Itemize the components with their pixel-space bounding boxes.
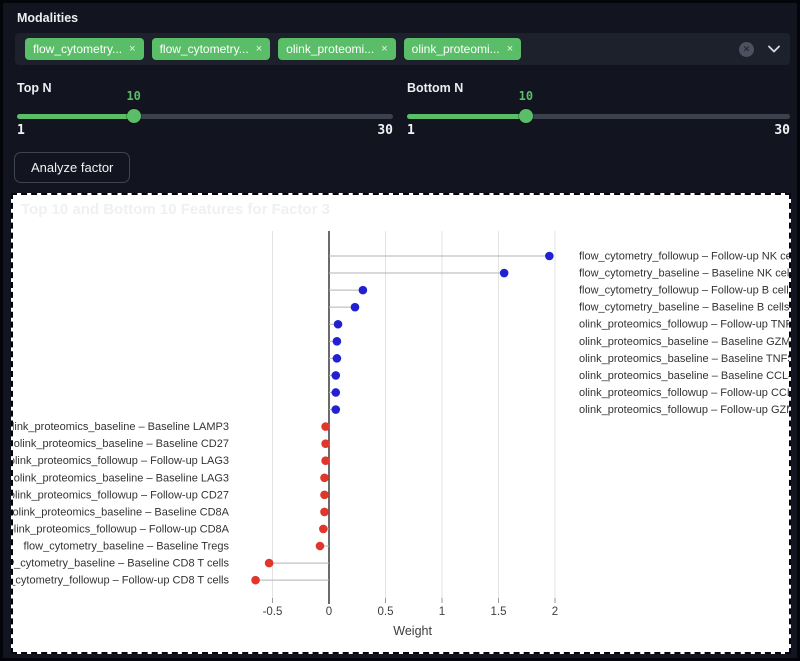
point-label: olink_proteomics_followup – Follow-up CD… bbox=[13, 523, 230, 535]
chart-title: Top 10 and Bottom 10 Features for Factor… bbox=[21, 201, 330, 218]
modality-tag[interactable]: olink_proteomi... × bbox=[404, 38, 521, 60]
slider-fill bbox=[17, 114, 134, 119]
point-label: flow_cytometry_baseline – Baseline Tregs bbox=[24, 541, 230, 553]
point-label: olink_proteomics_baseline – Baseline CD8… bbox=[13, 506, 230, 518]
x-tick-label: -0.5 bbox=[263, 606, 283, 618]
slider-handle[interactable] bbox=[519, 109, 533, 123]
point-dot bbox=[319, 525, 328, 534]
x-tick-label: 0.5 bbox=[378, 606, 394, 618]
point-dot bbox=[320, 491, 329, 500]
point-dot bbox=[545, 252, 554, 261]
point-dot bbox=[321, 422, 330, 431]
modality-tag[interactable]: flow_cytometry... × bbox=[25, 38, 144, 60]
modalities-label: Modalities bbox=[17, 11, 78, 25]
modality-tag-list: flow_cytometry...×flow_cytometry...×olin… bbox=[25, 38, 731, 60]
modality-tag-label: olink_proteomi... bbox=[286, 43, 374, 55]
point-label: olink_proteomics_followup – Follow-up GZ… bbox=[579, 404, 789, 416]
x-tick-label: 2 bbox=[552, 606, 558, 618]
slider-value: 10 bbox=[519, 89, 533, 103]
x-tick-label: 1 bbox=[439, 606, 445, 618]
x-axis-title: Weight bbox=[393, 624, 432, 638]
point-label: olink_proteomics_followup – Follow-up LA… bbox=[13, 455, 229, 467]
point-dot bbox=[333, 337, 342, 346]
point-dot bbox=[351, 303, 360, 312]
point-label: olink_proteomics_baseline – Baseline TNF… bbox=[579, 353, 789, 365]
slider-handle[interactable] bbox=[127, 109, 141, 123]
point-label: olink_proteomics_followup – Follow-up CC… bbox=[579, 387, 789, 399]
modality-tag-label: flow_cytometry... bbox=[160, 43, 249, 55]
point-dot bbox=[321, 456, 330, 465]
point-label: olink_proteomics_followup – Follow-up TN… bbox=[579, 319, 789, 331]
point-dot bbox=[333, 354, 342, 363]
bottom-n-slider[interactable]: 10 1 30 bbox=[407, 111, 790, 121]
point-dot bbox=[500, 269, 509, 278]
point-label: flow_cytometry_baseline – Baseline B cel… bbox=[579, 302, 789, 314]
point-dot bbox=[321, 439, 330, 448]
chevron-down-icon[interactable] bbox=[768, 45, 780, 53]
chart-card: Top 10 and Bottom 10 Features for Factor… bbox=[11, 193, 791, 654]
app-root: { "colors": { "accent_green": "#5abe68",… bbox=[0, 0, 800, 661]
slider-min-label: 1 bbox=[17, 123, 25, 138]
top-n-slider[interactable]: 10 1 30 bbox=[17, 111, 393, 121]
slider-max-label: 30 bbox=[377, 123, 393, 138]
modality-tag[interactable]: olink_proteomi... × bbox=[278, 38, 395, 60]
clear-all-icon[interactable]: ✕ bbox=[739, 42, 754, 57]
modalities-multiselect[interactable]: flow_cytometry...×flow_cytometry...×olin… bbox=[15, 33, 790, 65]
point-label: olink_proteomics_baseline – Baseline CCL… bbox=[579, 370, 789, 382]
point-label: flow_cytometry_baseline – Baseline CD8 T… bbox=[13, 558, 229, 570]
x-tick-label: 0 bbox=[326, 606, 332, 618]
point-label: olink_proteomics_baseline – Baseline CD2… bbox=[14, 438, 229, 450]
point-dot bbox=[331, 405, 340, 414]
tag-remove-icon[interactable]: × bbox=[256, 44, 262, 55]
analyze-factor-button[interactable]: Analyze factor bbox=[14, 152, 130, 183]
point-dot bbox=[320, 473, 329, 482]
point-dot bbox=[331, 388, 340, 397]
point-label: flow_cytometry_followup – Follow-up NK c… bbox=[579, 251, 789, 263]
tag-remove-icon[interactable]: × bbox=[129, 44, 135, 55]
point-label: olink_proteomics_baseline – Baseline LAG… bbox=[14, 472, 229, 484]
top-n-label: Top N bbox=[17, 81, 51, 95]
modality-tag[interactable]: flow_cytometry... × bbox=[152, 38, 271, 60]
tag-remove-icon[interactable]: × bbox=[507, 44, 513, 55]
modality-tag-label: flow_cytometry... bbox=[33, 43, 122, 55]
x-tick-label: 1.5 bbox=[491, 606, 507, 618]
slider-max-label: 30 bbox=[774, 123, 790, 138]
slider-min-label: 1 bbox=[407, 123, 415, 138]
point-label: olink_proteomics_baseline – Baseline GZM… bbox=[579, 336, 789, 348]
tag-remove-icon[interactable]: × bbox=[381, 44, 387, 55]
point-dot bbox=[251, 576, 260, 585]
point-label: flow_cytometry_followup – Follow-up CD8 … bbox=[13, 575, 229, 587]
bottom-n-label: Bottom N bbox=[407, 81, 463, 95]
point-label: olink_proteomics_followup – Follow-up CD… bbox=[13, 489, 229, 501]
point-dot bbox=[265, 559, 274, 568]
point-dot bbox=[331, 371, 340, 380]
point-dot bbox=[359, 286, 368, 295]
point-label: olink_proteomics_baseline – Baseline LAM… bbox=[13, 421, 229, 433]
lollipop-chart[interactable]: -0.5 0 0.5 1 1.5 2 Weight flow_cytometry_follow… bbox=[13, 195, 789, 652]
slider-fill bbox=[407, 114, 526, 119]
point-label: flow_cytometry_followup – Follow-up B ce… bbox=[579, 285, 789, 297]
slider-value: 10 bbox=[126, 89, 140, 103]
modality-tag-label: olink_proteomi... bbox=[412, 43, 500, 55]
point-label: flow_cytometry_baseline – Baseline NK ce… bbox=[579, 268, 789, 280]
point-dot bbox=[320, 508, 329, 517]
point-dot bbox=[334, 320, 343, 329]
point-dot bbox=[316, 542, 325, 551]
